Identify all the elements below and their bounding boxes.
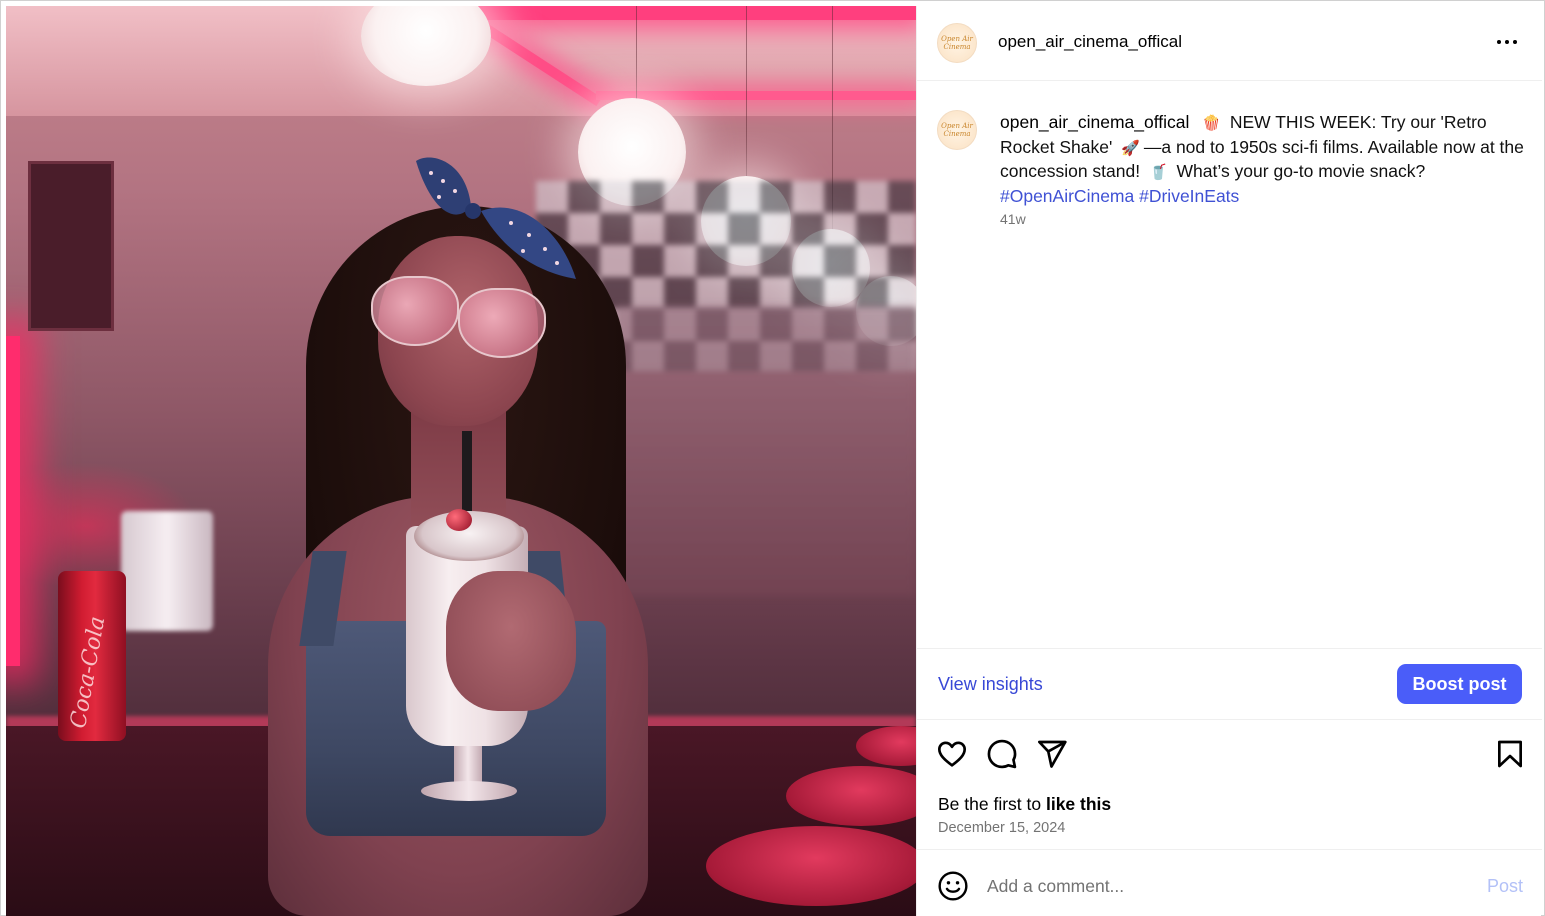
photo-sunglasses <box>371 276 459 346</box>
lamp-wire <box>636 6 637 101</box>
popcorn-emoji: 🍿 <box>1202 115 1221 132</box>
avatar-logo-text: Open Air Cinema <box>941 35 973 51</box>
insights-row: View insights Boost post <box>917 649 1542 720</box>
photo-cup <box>121 511 213 631</box>
photo-hand <box>446 571 576 711</box>
bookmark-icon[interactable] <box>1494 738 1526 770</box>
caption-username[interactable]: open_air_cinema_offical <box>1000 112 1189 132</box>
photo-headband-bow <box>416 157 576 279</box>
header-username[interactable]: open_air_cinema_offical <box>998 32 1182 52</box>
post-caption: open_air_cinema_offical 🍿 NEW THIS WEEK:… <box>1000 111 1525 207</box>
likes-summary: Be the first to like this <box>938 794 1111 815</box>
post-modal: Coca-Cola Open Air Cinema open_air_cinem… <box>0 0 1545 916</box>
photo-neon <box>476 6 916 20</box>
caption-section: Open Air Cinema open_air_cinema_offical … <box>917 81 1542 649</box>
more-horizontal-icon[interactable] <box>1495 30 1519 54</box>
share-icon[interactable] <box>1036 738 1068 770</box>
hashtag-link[interactable]: #OpenAirCinema <box>1000 186 1134 206</box>
cup-emoji: 🥤 <box>1148 164 1168 181</box>
post-photo[interactable]: Coca-Cola <box>6 6 916 916</box>
heart-icon[interactable] <box>936 738 968 770</box>
caption-timestamp[interactable]: 41w <box>1000 211 1026 227</box>
photo-neon <box>6 336 20 666</box>
photo-kitchen <box>616 306 916 596</box>
comment-input[interactable] <box>987 872 1457 900</box>
photo-sunglasses <box>458 288 546 358</box>
post-actions: Be the first to like this December 15, 2… <box>917 720 1542 850</box>
photo-glass-stem <box>454 746 482 786</box>
avatar-logo-text: Open Air Cinema <box>941 122 973 138</box>
view-insights-link[interactable]: View insights <box>938 674 1043 695</box>
photo-stool <box>706 826 916 906</box>
like-this-link[interactable]: like this <box>1046 794 1111 814</box>
boost-post-button[interactable]: Boost post <box>1397 664 1522 704</box>
photo-glass-base <box>421 781 517 801</box>
likes-prefix: Be the first to <box>938 794 1046 814</box>
avatar[interactable]: Open Air Cinema <box>937 110 977 150</box>
emoji-icon[interactable] <box>937 870 969 902</box>
comment-row: Post <box>917 850 1542 916</box>
post-comment-button[interactable]: Post <box>1487 876 1523 897</box>
post-header: Open Air Cinema open_air_cinema_offical <box>917 6 1542 81</box>
photo-wall-art <box>28 161 114 331</box>
avatar[interactable]: Open Air Cinema <box>937 23 977 63</box>
comment-icon[interactable] <box>986 738 1018 770</box>
rocket-emoji: 🚀 <box>1121 139 1140 157</box>
hashtag-link[interactable]: #DriveInEats <box>1139 186 1239 206</box>
lamp-wire <box>746 6 747 178</box>
caption-text: What’s your go-to movie snack? <box>1176 161 1426 181</box>
photo-cherry <box>446 509 472 531</box>
post-date[interactable]: December 15, 2024 <box>938 820 1065 836</box>
post-side-panel: Open Air Cinema open_air_cinema_offical … <box>916 6 1542 916</box>
